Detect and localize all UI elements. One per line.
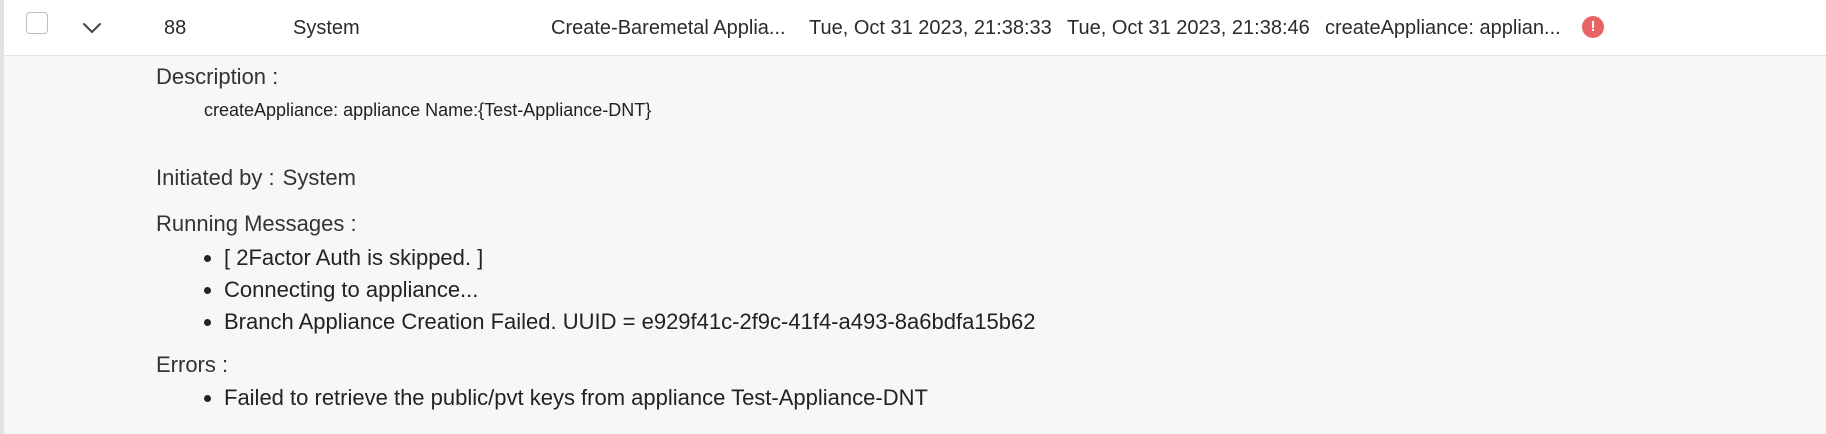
task-description: createAppliance: applian...: [1325, 17, 1561, 39]
initiated-by-label: Initiated by :: [156, 165, 275, 190]
task-end-time: Tue, Oct 31 2023, 21:38:46: [1067, 17, 1310, 39]
description-value: createAppliance: appliance Name:{Test-Ap…: [204, 100, 652, 120]
task-id: 88: [164, 17, 187, 39]
running-messages-label: Running Messages :: [156, 211, 357, 236]
error-icon[interactable]: !: [1582, 16, 1604, 38]
errors-label: Errors :: [156, 352, 229, 377]
initiated-by-value: System: [282, 165, 356, 190]
task-detail-panel: Description : createAppliance: appliance…: [4, 56, 1826, 434]
chevron-down-icon[interactable]: [78, 14, 106, 42]
task-initiated-by: System: [293, 17, 360, 39]
row-select-checkbox[interactable]: [26, 12, 48, 34]
running-message-item: Branch Appliance Creation Failed. UUID =…: [224, 306, 1035, 338]
running-message-item: [ 2Factor Auth is skipped. ]: [224, 242, 1035, 274]
initiated-by-row: Initiated by : System: [156, 165, 356, 191]
errors-list: Failed to retrieve the public/pvt keys f…: [196, 382, 928, 414]
running-messages-list: [ 2Factor Auth is skipped. ] Connecting …: [196, 242, 1035, 338]
running-message-item: Connecting to appliance...: [224, 274, 1035, 306]
task-name: Create-Baremetal Applia...: [551, 17, 786, 39]
description-label: Description :: [156, 64, 279, 89]
task-start-time: Tue, Oct 31 2023, 21:38:33: [809, 17, 1052, 39]
error-item: Failed to retrieve the public/pvt keys f…: [224, 382, 928, 414]
task-row[interactable]: 88 System Create-Baremetal Applia... Tue…: [4, 0, 1826, 56]
